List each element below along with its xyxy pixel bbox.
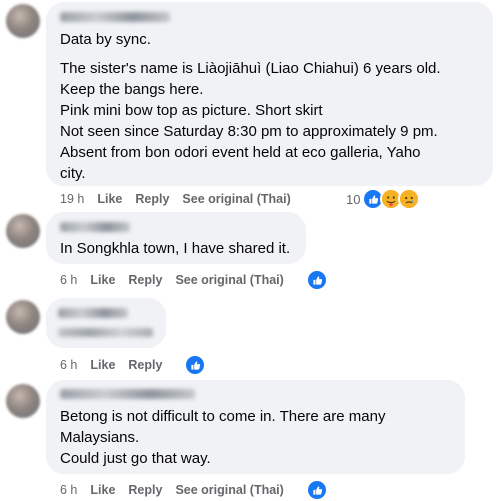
comment-text: In Songkhla town, I have shared it. bbox=[60, 238, 290, 259]
author-name[interactable] bbox=[60, 222, 130, 232]
like-button[interactable]: Like bbox=[90, 273, 115, 287]
reply-button[interactable]: Reply bbox=[128, 483, 162, 497]
see-original-link[interactable]: See original (Thai) bbox=[175, 273, 283, 287]
comment-line: In Songkhla town, I have shared it. bbox=[60, 240, 291, 257]
comment-line: Pink mini bow top as picture. Short skir… bbox=[60, 102, 323, 119]
like-button[interactable]: Like bbox=[97, 192, 122, 206]
timestamp[interactable]: 6 h bbox=[60, 483, 77, 497]
like-reaction-icon bbox=[306, 269, 328, 291]
comment-line: Absent from bon odori event held at eco … bbox=[60, 144, 421, 161]
comment-bubble: Data by sync. The sister's name is Liàoj… bbox=[46, 2, 493, 186]
avatar[interactable] bbox=[6, 300, 40, 334]
see-original-link[interactable]: See original (Thai) bbox=[175, 483, 283, 497]
see-original-link[interactable]: See original (Thai) bbox=[182, 192, 290, 206]
timestamp[interactable]: 6 h bbox=[60, 273, 77, 287]
comment-line: Data by sync. bbox=[60, 31, 151, 48]
author-name[interactable] bbox=[60, 12, 170, 22]
comment-4: Betong is not difficult to come in. Ther… bbox=[0, 378, 500, 501]
comment-text: Data by sync. The sister's name is Liàoj… bbox=[60, 29, 441, 184]
timestamp[interactable]: 19 h bbox=[60, 192, 84, 206]
timestamp[interactable]: 6 h bbox=[60, 358, 77, 372]
comment-3: 6 h Like Reply bbox=[0, 296, 500, 376]
comment-1: Data by sync. The sister's name is Liàoj… bbox=[0, 0, 500, 215]
comment-actions: 19 h Like Reply See original (Thai) bbox=[60, 190, 304, 208]
comment-actions: 6 h Like Reply See original (Thai) bbox=[60, 271, 297, 289]
comment-bubble: In Songkhla town, I have shared it. bbox=[46, 212, 306, 264]
like-button[interactable]: Like bbox=[90, 483, 115, 497]
reply-button[interactable]: Reply bbox=[128, 358, 162, 372]
comment-line: city. bbox=[60, 165, 86, 182]
reactions-summary[interactable]: 10 bbox=[346, 188, 421, 210]
comment-text bbox=[58, 328, 153, 337]
author-name[interactable] bbox=[60, 389, 195, 399]
like-button[interactable]: Like bbox=[90, 358, 115, 372]
like-reaction-icon bbox=[306, 479, 328, 501]
comment-line: Keep the bangs here. bbox=[60, 81, 204, 98]
comment-line bbox=[60, 50, 441, 58]
comment-actions: 6 h Like Reply See original (Thai) bbox=[60, 481, 297, 499]
comment-2: In Songkhla town, I have shared it. 6 h … bbox=[0, 210, 500, 295]
comment-line: Malaysians. bbox=[60, 429, 140, 446]
reaction-count: 10 bbox=[346, 191, 361, 207]
sad-reaction-icon bbox=[398, 188, 421, 210]
reactions-summary[interactable] bbox=[184, 354, 206, 376]
comment-line: Betong is not difficult to come in. Ther… bbox=[60, 408, 386, 425]
author-name[interactable] bbox=[58, 308, 128, 318]
comment-bubble bbox=[46, 298, 166, 348]
comment-text: Betong is not difficult to come in. Ther… bbox=[60, 406, 385, 469]
comment-line: Not seen since Saturday 8:30 pm to appro… bbox=[60, 123, 438, 140]
comment-line: The sister's name is Liàojiāhuì (Liao Ch… bbox=[60, 60, 441, 77]
avatar[interactable] bbox=[6, 4, 40, 38]
reply-button[interactable]: Reply bbox=[135, 192, 169, 206]
comment-line: Could just go that way. bbox=[60, 450, 211, 467]
reply-button[interactable]: Reply bbox=[128, 273, 162, 287]
comment-actions: 6 h Like Reply bbox=[60, 356, 175, 374]
avatar[interactable] bbox=[6, 384, 40, 418]
like-reaction-icon bbox=[184, 354, 206, 376]
avatar[interactable] bbox=[6, 214, 40, 248]
comment-bubble: Betong is not difficult to come in. Ther… bbox=[46, 380, 465, 474]
reactions-summary[interactable] bbox=[306, 479, 328, 501]
reactions-summary[interactable] bbox=[306, 269, 328, 291]
